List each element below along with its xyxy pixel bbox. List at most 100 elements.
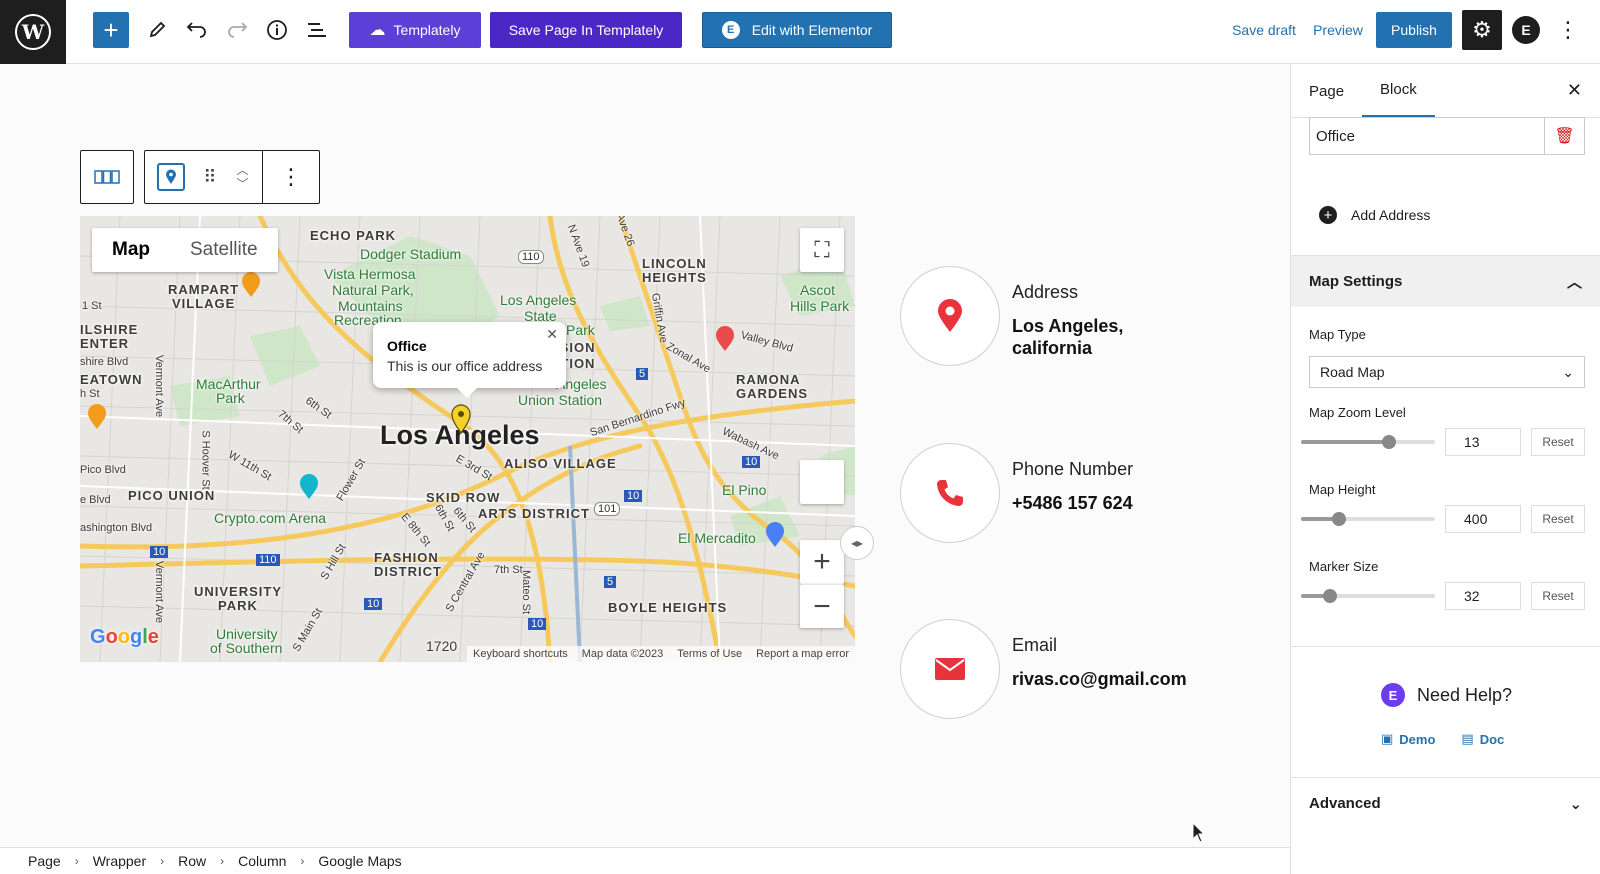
- block-options-button[interactable]: ⋮: [263, 151, 319, 203]
- map-label-pico-blvd: Pico Blvd: [80, 464, 126, 476]
- tab-block[interactable]: Block: [1362, 64, 1435, 118]
- restaurant-poi-icon[interactable]: [240, 272, 262, 298]
- map-label-h-st: h St: [80, 388, 100, 400]
- wordpress-logo-button[interactable]: W: [0, 0, 66, 64]
- height-reset-button[interactable]: Reset: [1531, 505, 1585, 533]
- hospital-poi-icon[interactable]: [714, 326, 736, 352]
- chevron-right-icon: ›: [300, 854, 305, 868]
- close-icon: ✕: [1566, 80, 1582, 100]
- height-slider-thumb[interactable]: [1331, 512, 1346, 526]
- help-box: E Need Help? ▣ Demo ▤ Doc: [1291, 646, 1600, 777]
- save-draft-button[interactable]: Save draft: [1214, 12, 1314, 48]
- map-height-label: Map Height: [1309, 482, 1376, 497]
- add-address-button[interactable]: + Add Address: [1319, 206, 1430, 224]
- essential-blocks-button[interactable]: E: [1512, 16, 1540, 44]
- settings-button[interactable]: ⚙: [1462, 10, 1502, 50]
- details-button[interactable]: [259, 12, 295, 48]
- map-tab-satellite[interactable]: Satellite: [170, 228, 278, 272]
- breadcrumb-row[interactable]: Row: [178, 853, 206, 869]
- google-map[interactable]: ECHO PARK Dodger Stadium Vista Hermosa N…: [80, 216, 855, 662]
- map-type-control: Map Satellite: [92, 228, 278, 272]
- highway-shield-110-b: 110: [256, 554, 280, 566]
- contact-title: Email: [1012, 635, 1058, 655]
- zoom-slider-thumb[interactable]: [1382, 435, 1397, 449]
- publish-button[interactable]: Publish: [1376, 12, 1452, 48]
- zoom-out-button[interactable]: −: [800, 584, 844, 628]
- templately-icon: ☁: [369, 22, 386, 39]
- close-icon[interactable]: ✕: [546, 326, 558, 343]
- preview-button[interactable]: Preview: [1305, 12, 1371, 48]
- undo-button[interactable]: [179, 12, 215, 48]
- resize-handle[interactable]: ◂▸: [840, 526, 874, 560]
- map-label-ramona: RAMONA: [736, 372, 801, 387]
- marker-reset-button[interactable]: Reset: [1531, 582, 1585, 610]
- breadcrumb-wrapper[interactable]: Wrapper: [93, 853, 146, 869]
- list-view-button[interactable]: [299, 12, 335, 48]
- map-height-slider[interactable]: [1301, 512, 1435, 526]
- zoom-reset-button[interactable]: Reset: [1531, 428, 1585, 456]
- demo-link[interactable]: ▣ Demo: [1381, 731, 1435, 747]
- address-title-input[interactable]: [1310, 118, 1544, 154]
- block-type-button[interactable]: [145, 151, 197, 203]
- zoom-in-button[interactable]: +: [800, 540, 844, 584]
- map-label-echo-park: ECHO PARK: [310, 228, 397, 243]
- block-mover[interactable]: ︿ ﹀: [223, 151, 263, 203]
- map-height-input[interactable]: 400: [1445, 505, 1521, 533]
- block-toolbar: ⠿ ︿ ﹀ ⋮: [80, 150, 320, 204]
- essential-blocks-icon: E: [1521, 22, 1531, 38]
- arena-poi-icon[interactable]: [298, 474, 320, 500]
- doc-link[interactable]: ▤ Doc: [1461, 731, 1504, 747]
- zoom-level-slider[interactable]: [1301, 435, 1435, 449]
- save-page-templately-button[interactable]: Save Page In Templately: [490, 12, 682, 48]
- restaurant-poi-icon-2[interactable]: [86, 404, 108, 430]
- marker-size-slider[interactable]: [1301, 589, 1435, 603]
- edit-tools-button[interactable]: [139, 12, 175, 48]
- zoom-level-input[interactable]: 13: [1445, 428, 1521, 456]
- info-window-title: Office: [387, 338, 427, 354]
- undo-icon: [186, 22, 206, 38]
- marker-size-input[interactable]: 32: [1445, 582, 1521, 610]
- google-logo[interactable]: Google: [90, 626, 159, 649]
- breadcrumb-column[interactable]: Column: [238, 853, 286, 869]
- marker-size-label: Marker Size: [1309, 559, 1379, 574]
- edit-with-elementor-button[interactable]: E Edit with Elementor: [702, 12, 892, 48]
- advanced-panel-toggle[interactable]: Advanced ⌄: [1291, 777, 1600, 829]
- map-settings-panel-toggle[interactable]: Map Settings ︿: [1291, 255, 1600, 307]
- templately-button[interactable]: ☁ Templately: [349, 12, 481, 48]
- shopping-poi-icon[interactable]: [764, 522, 786, 548]
- plus-icon: +: [813, 545, 831, 578]
- map-tab-map[interactable]: Map: [92, 228, 170, 272]
- map-marker-icon[interactable]: [450, 404, 472, 434]
- terms-link[interactable]: Terms of Use: [677, 648, 742, 660]
- map-label-s-hoover: S Hoover St: [199, 430, 212, 490]
- delete-address-button[interactable]: 🗑: [1544, 118, 1584, 154]
- redo-button[interactable]: [219, 12, 255, 48]
- options-button[interactable]: ⋮: [1556, 12, 1580, 48]
- select-parent-button[interactable]: [80, 150, 134, 204]
- map-label-e-blvd: e Blvd: [80, 494, 111, 506]
- chevron-right-icon: ›: [74, 854, 79, 868]
- add-circle-icon: +: [1319, 206, 1337, 224]
- tab-page[interactable]: Page: [1291, 64, 1362, 118]
- zoom-level-control: 13 Reset: [1301, 428, 1591, 456]
- marker-slider-thumb[interactable]: [1323, 589, 1338, 603]
- breadcrumb-page[interactable]: Page: [28, 853, 61, 869]
- map-data-text: Map data ©2023: [581, 648, 664, 660]
- fullscreen-button[interactable]: ⛶: [800, 228, 844, 272]
- map-label-mateo: Mateo St: [520, 569, 533, 615]
- add-block-button[interactable]: +: [93, 12, 129, 48]
- resize-arrows-icon: ◂▸: [850, 536, 864, 550]
- street-view-pegman[interactable]: [800, 460, 844, 504]
- breadcrumb-google-maps[interactable]: Google Maps: [318, 853, 401, 869]
- keyboard-shortcuts-link[interactable]: Keyboard shortcuts: [473, 648, 568, 660]
- chevron-down-icon[interactable]: ﹀: [236, 177, 248, 191]
- map-label-univ-park: PARK: [218, 598, 258, 613]
- report-error-link[interactable]: Report a map error: [756, 648, 849, 660]
- contact-title: Address: [1012, 282, 1079, 302]
- map-label-aliso: ALISO VILLAGE: [504, 456, 617, 471]
- drag-handle[interactable]: ⠿: [197, 151, 223, 203]
- chevron-up-icon[interactable]: ︿: [236, 163, 248, 177]
- map-label-ascot: Ascot: [800, 282, 836, 298]
- close-sidebar-button[interactable]: ✕: [1567, 80, 1582, 101]
- map-type-select[interactable]: Road Map ⌄: [1309, 356, 1585, 388]
